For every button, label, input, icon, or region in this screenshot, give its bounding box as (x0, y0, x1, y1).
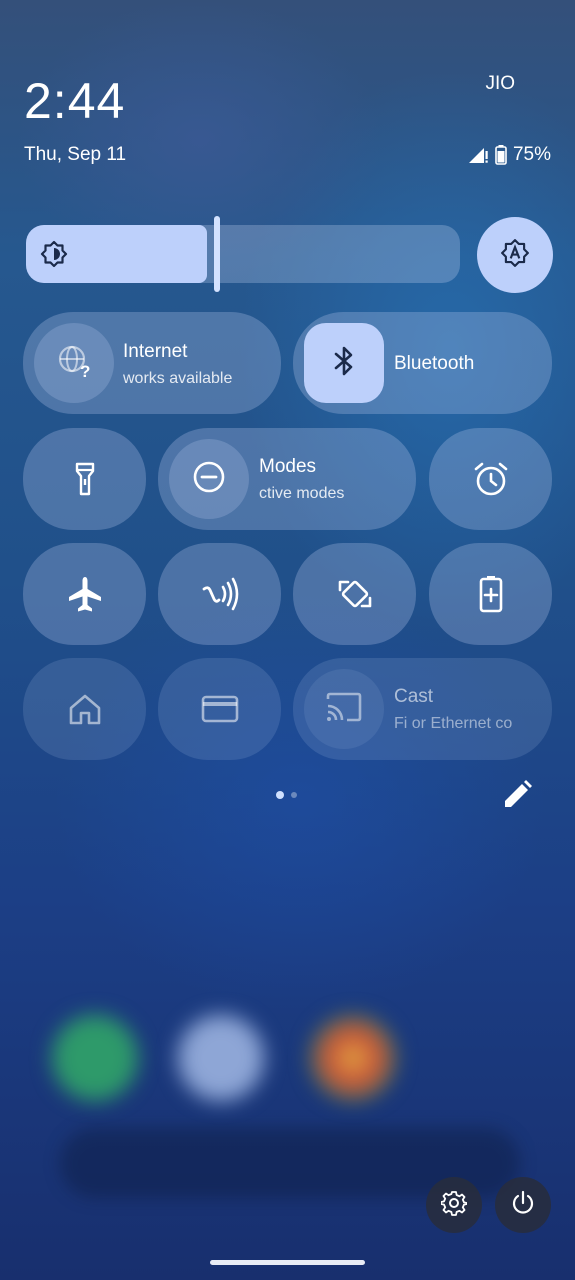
globe-question-icon: ? (56, 343, 92, 384)
blurred-app-icon (52, 1015, 138, 1101)
cast-subtitle: Fi or Ethernet co (394, 715, 513, 732)
blurred-app-icon (178, 1015, 264, 1101)
home-tile[interactable] (23, 658, 146, 760)
wallet-card-icon (200, 693, 240, 725)
internet-icon-container[interactable]: ? (34, 323, 114, 403)
alarm-tile[interactable] (429, 428, 552, 530)
battery-saver-icon (478, 574, 504, 614)
modes-subtitle: ctive modes (259, 485, 345, 502)
battery-icon (495, 145, 507, 165)
edit-button[interactable] (501, 779, 533, 811)
nfc-tile[interactable] (158, 543, 281, 645)
wallet-tile[interactable] (158, 658, 281, 760)
power-button[interactable] (495, 1177, 551, 1233)
brightness-slider-handle[interactable] (214, 216, 220, 292)
bluetooth-tile[interactable]: Bluetooth (293, 312, 552, 414)
modes-icon-container[interactable] (169, 439, 249, 519)
home-icon (67, 691, 103, 727)
bluetooth-title: Bluetooth (394, 353, 475, 374)
settings-button[interactable] (426, 1177, 482, 1233)
airplane-tile[interactable] (23, 543, 146, 645)
gear-icon (440, 1190, 468, 1221)
cast-title: Cast (394, 686, 434, 707)
gesture-home-bar[interactable] (210, 1260, 365, 1265)
auto-brightness-icon (500, 238, 530, 273)
svg-text:?: ? (80, 362, 90, 379)
blurred-app-icon (310, 1015, 396, 1101)
page-indicator-active[interactable] (276, 791, 284, 799)
page-indicator-inactive[interactable] (291, 792, 297, 798)
pencil-icon (501, 780, 533, 815)
internet-title: Internet (123, 341, 188, 362)
auto-brightness-button[interactable] (477, 217, 553, 293)
internet-subtitle: works available (123, 370, 233, 387)
airplane-icon (65, 574, 105, 614)
signal-icon (467, 146, 489, 164)
bluetooth-icon-container[interactable] (304, 323, 384, 403)
cast-tile[interactable]: Cast Fi or Ethernet co (293, 658, 552, 760)
internet-tile[interactable]: ? Internet works available (23, 312, 281, 414)
battery-saver-tile[interactable] (429, 543, 552, 645)
status-icons: 75% (467, 144, 551, 166)
power-icon (510, 1190, 536, 1221)
cast-icon (324, 690, 364, 729)
nfc-icon (199, 576, 241, 612)
alarm-icon (471, 459, 511, 499)
modes-title: Modes (259, 456, 317, 477)
battery-percent: 75% (512, 144, 551, 165)
do-not-disturb-icon (191, 459, 227, 500)
flashlight-icon (72, 461, 98, 497)
date-label[interactable]: Thu, Sep 11 (24, 144, 126, 166)
carrier-label: JIO (485, 73, 515, 94)
auto-rotate-tile[interactable] (293, 543, 416, 645)
flashlight-tile[interactable] (23, 428, 146, 530)
cast-icon-container[interactable] (304, 669, 384, 749)
brightness-icon (40, 240, 68, 268)
auto-rotate-icon (335, 574, 375, 614)
bluetooth-icon (329, 344, 359, 383)
clock-time[interactable]: 2:44 (24, 72, 125, 130)
modes-tile[interactable]: Modes ctive modes (158, 428, 416, 530)
